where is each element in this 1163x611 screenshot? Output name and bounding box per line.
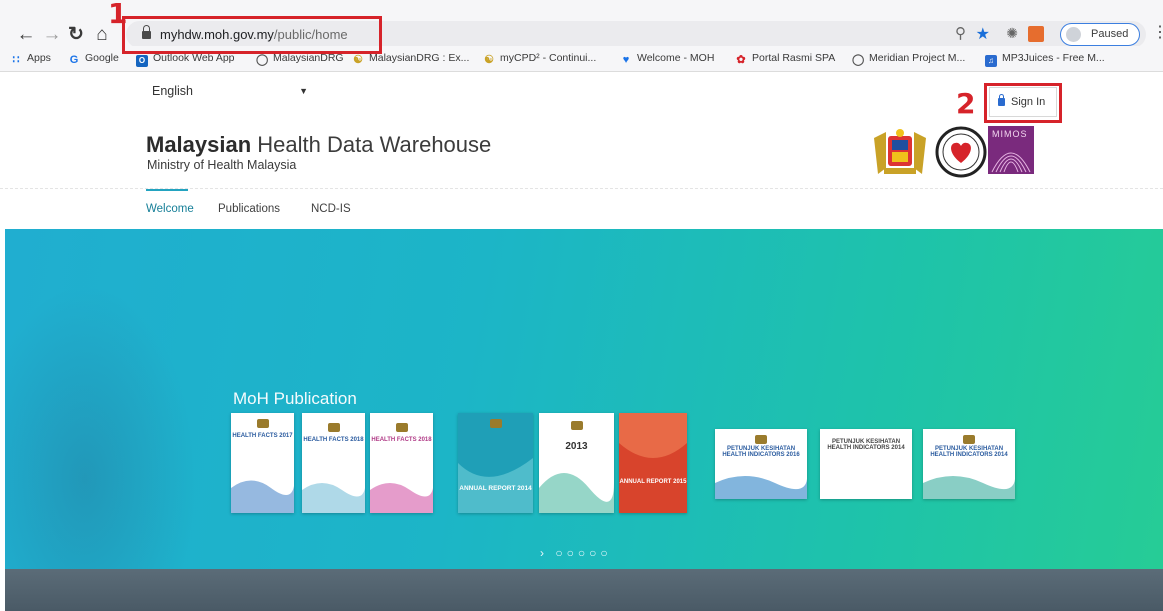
bookmark-malaysiandrg-ex[interactable]: ☯ MalaysianDRG : Ex... [352,52,469,66]
hero-title: MoH Publication [233,389,357,408]
spa-icon: ✿ [736,54,746,66]
bookmark-mp3juices[interactable]: ♫ MP3Juices - Free M... [985,52,1105,67]
cover-wave-graphic [923,476,1015,499]
apps-grid-icon: ∷ [12,54,20,66]
publication-title: HEALTH FACTS 2017 [232,433,293,439]
bookmark-meridian[interactable]: ◯ Meridian Project M... [852,52,965,66]
publication-cover[interactable]: PETUNJUK KESIHATAN HEALTH INDICATORS 201… [715,429,807,499]
publication-cover[interactable]: HEALTH FACTS 2018 [302,413,365,513]
publication-cover[interactable]: PETUNJUK KESIHATAN HEALTH INDICATORS 201… [820,429,912,499]
emblem-icon [755,435,767,444]
publication-title: ANNUAL REPORT 2015 [619,479,687,485]
site-title-strong: Malaysian [146,132,252,157]
bookmark-label: Meridian Project M... [869,52,966,64]
bookmark-label: Welcome - MOH [637,52,715,64]
profile-label: Paused [1091,28,1129,40]
bookmark-welcome-moh[interactable]: ♥ Welcome - MOH [620,52,715,66]
globe-icon: ◯ [852,54,865,66]
mimos-logo-text: MIMOS [992,129,1028,139]
bookmark-label: Google [85,52,119,64]
avatar [1066,27,1081,42]
google-icon: G [69,54,79,66]
kebab-menu-icon[interactable]: ⋮ [1152,22,1163,42]
publication-cover[interactable]: PETUNJUK KESIHATAN HEALTH INDICATORS 201… [923,429,1015,499]
publication-title: ANNUAL REPORT 2014 [459,485,532,492]
emblem-icon [570,421,583,430]
site-subtitle: Ministry of Health Malaysia [147,158,297,172]
bookmark-apps[interactable]: ∷ Apps [10,52,51,66]
site-title-rest: Health Data Warehouse [251,132,492,157]
tab-ncd-is[interactable]: NCD-IS [311,203,351,215]
bookmark-malaysiandrg[interactable]: ◯ MalaysianDRG [256,52,344,66]
heart-icon: ♥ [622,54,630,66]
bookmark-label: MalaysianDRG : Ex... [369,52,470,64]
cover-wave-graphic [370,483,433,513]
back-arrow-icon[interactable]: ← [16,22,36,48]
publication-title: HEALTH FACTS 2018 [371,437,432,443]
emblem-icon [395,423,408,432]
hero-banner: MoH Publication HEALTH FACTS 2017 HEALTH… [5,229,1163,569]
annotation-number-2: 2 [956,87,976,120]
publication-cover[interactable]: ANNUAL REPORT 2015 [619,413,687,513]
cover-wave-graphic [231,480,294,513]
cover-wave-graphic [458,458,533,513]
cover-wave-graphic [302,483,365,513]
malaysiandrg-icon: ☯ [353,54,363,66]
bookmark-google[interactable]: G Google [68,52,119,66]
bookmark-label: Portal Rasmi SPA [752,52,836,64]
main-nav: Welcome Publications NCD-IS [0,189,1163,229]
cover-wave-graphic [715,476,807,499]
publication-cover[interactable]: HEALTH FACTS 2018 [370,413,433,513]
carousel-indicators[interactable]: › ○○○○○ [540,546,612,560]
bookmark-spa[interactable]: ✿ Portal Rasmi SPA [735,52,835,66]
outlook-icon: O [136,55,148,67]
site-title: Malaysian Health Data Warehouse [146,132,491,158]
publication-cover[interactable]: HEALTH FACTS 2017 [231,413,294,513]
bookmark-star-icon[interactable]: ★ [976,24,990,44]
emblem-icon [256,419,269,428]
publication-cover[interactable]: 2013 [539,413,614,513]
tab-welcome[interactable]: Welcome [146,203,194,215]
annotation-number-1: 1 [108,0,128,30]
emblem-icon [327,423,340,432]
language-value: English [152,84,193,98]
publication-cover[interactable]: ANNUAL REPORT 2014 [458,413,533,513]
forward-arrow-icon[interactable]: → [42,22,62,48]
footer-band [5,569,1163,611]
publication-title: PETUNJUK KESIHATAN HEALTH INDICATORS 201… [930,446,1008,458]
page: ← → ↻ ⌂ myhdw.moh.gov.my/public/home ⚲ ★… [0,0,1163,611]
publication-title: PETUNJUK KESIHATAN HEALTH INDICATORS 201… [722,446,800,458]
zoom-icon[interactable]: ⚲ [955,24,966,42]
bookmark-label: Apps [27,52,51,64]
mycpd-icon: ☯ [484,54,494,66]
publication-title: PETUNJUK KESIHATAN HEALTH INDICATORS 201… [827,439,905,451]
dropdown-arrow-icon: ▼ [299,86,308,96]
globe-icon: ◯ [256,54,269,66]
mp3juices-icon: ♫ [985,55,997,67]
bookmark-label: MP3Juices - Free M... [1002,52,1105,64]
dropbox-extension-icon[interactable]: ✺ [1006,25,1018,42]
hero-background-shape [5,269,205,569]
bookmark-mycpd[interactable]: ☯ myCPD² - Continui... [483,52,596,66]
extension-icon[interactable] [1028,26,1044,42]
annotation-box-sign-in [984,83,1062,123]
emblem-icon [489,419,502,428]
annotation-box-url [122,16,382,54]
cover-wave-graphic [619,413,687,458]
publication-title: HEALTH FACTS 2018 [303,437,364,443]
reload-icon[interactable]: ↻ [66,22,86,48]
bookmark-outlook[interactable]: O Outlook Web App [136,52,235,67]
tab-publications[interactable]: Publications [218,203,280,215]
publication-title: 2013 [565,441,588,452]
profile-button[interactable]: Paused [1060,23,1140,46]
heart-organization-logo [935,126,987,178]
active-tab-indicator [146,189,188,191]
language-select[interactable]: English ▼ [146,80,316,102]
bookmark-label: myCPD² - Continui... [500,52,597,64]
malaysia-coat-of-arms-logo [874,129,926,174]
emblem-icon [963,435,975,444]
cover-wave-graphic [539,473,614,513]
